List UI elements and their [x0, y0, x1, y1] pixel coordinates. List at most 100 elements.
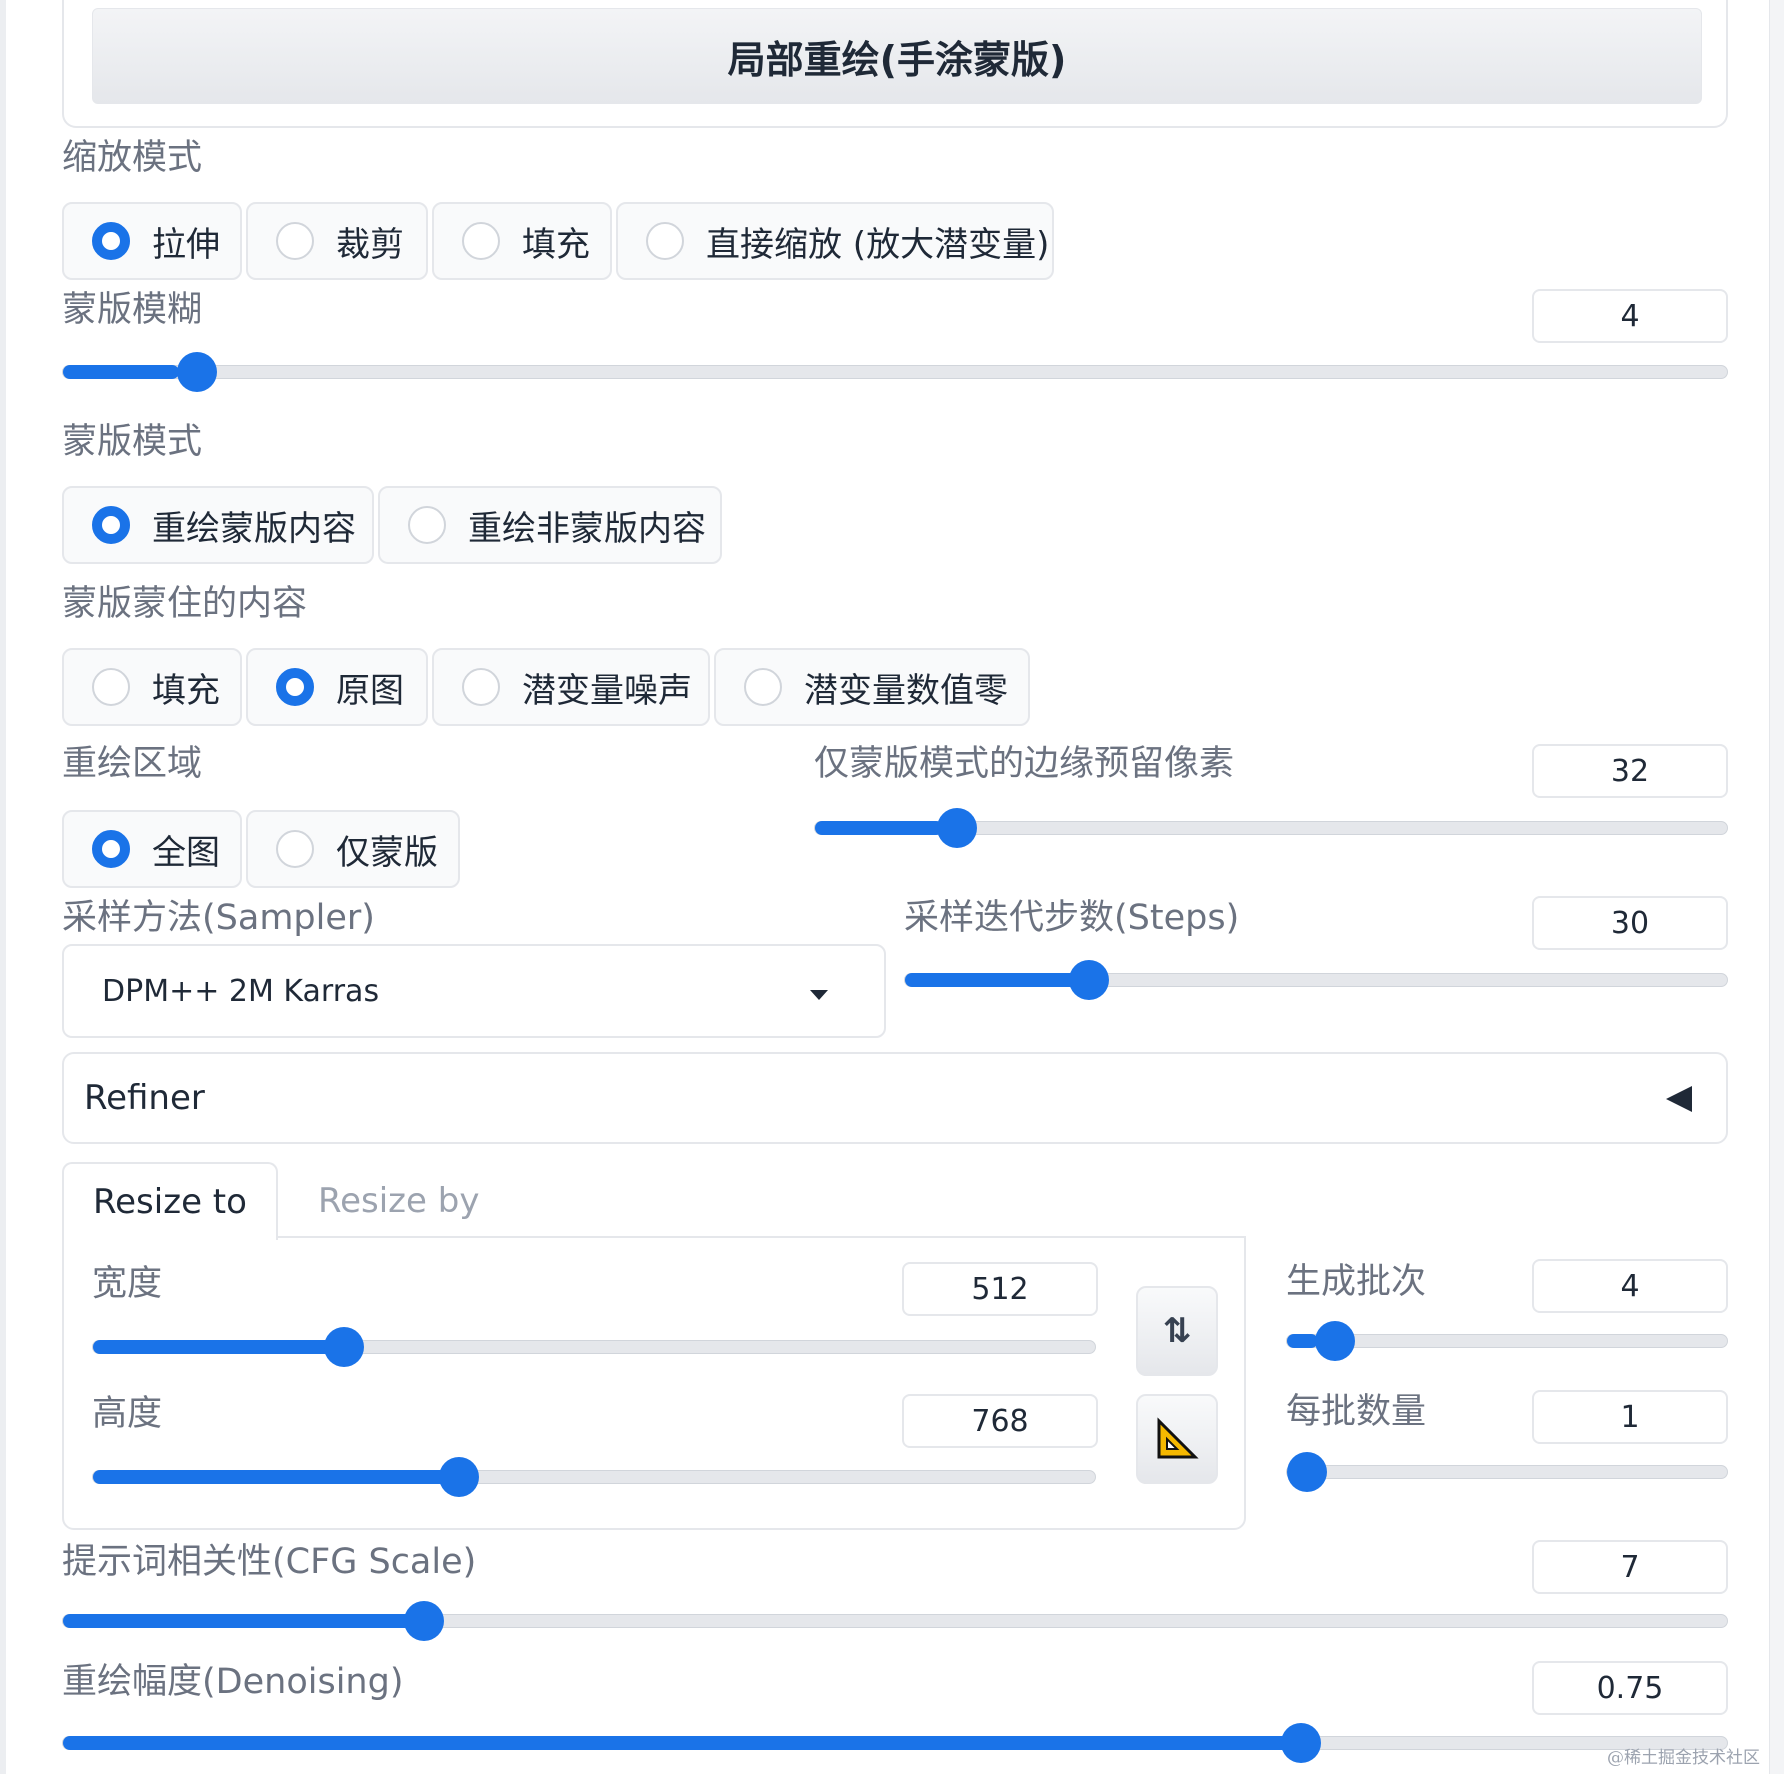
radio-label: 潜变量噪声 — [522, 670, 692, 711]
steps-label: 采样迭代步数(Steps) — [904, 898, 1240, 938]
radio-inpaint-not-masked[interactable]: 重绘非蒙版内容 — [378, 486, 722, 564]
radio-dot — [646, 222, 684, 260]
steps-slider[interactable] — [904, 960, 1728, 1000]
radio-resize-stretch[interactable]: 拉伸 — [62, 202, 242, 280]
sampler-value: DPM++ 2M Karras — [102, 973, 380, 1009]
radio-resize-fill[interactable]: 填充 — [432, 202, 612, 280]
height-slider[interactable] — [92, 1457, 1096, 1497]
batch-size-input[interactable]: 1 — [1532, 1390, 1728, 1444]
resize-mode-label: 缩放模式 — [62, 138, 203, 178]
refiner-accordion[interactable]: Refiner — [62, 1052, 1728, 1144]
radio-label: 重绘蒙版内容 — [152, 508, 356, 549]
radio-resize-latent-upscale[interactable]: 直接缩放 (放大潜变量) — [616, 202, 1054, 280]
denoising-input[interactable]: 0.75 — [1532, 1661, 1728, 1715]
radio-masked-fill[interactable]: 填充 — [62, 648, 242, 726]
slider-fill — [93, 1340, 334, 1354]
slider-thumb[interactable] — [1287, 1452, 1327, 1492]
only-masked-padding-slider[interactable] — [814, 808, 1728, 848]
mask-blur-input[interactable]: 4 — [1532, 289, 1728, 343]
sampler-label: 采样方法(Sampler) — [62, 898, 375, 938]
batch-count-input[interactable]: 4 — [1532, 1259, 1728, 1313]
only-masked-padding-input[interactable]: 32 — [1532, 744, 1728, 798]
slider-fill — [93, 1470, 454, 1484]
mask-mode-label: 蒙版模式 — [62, 422, 203, 462]
slider-thumb[interactable] — [404, 1601, 445, 1641]
radio-label: 直接缩放 (放大潜变量) — [706, 224, 1050, 265]
radio-dot — [92, 222, 130, 260]
swap-dimensions-button[interactable]: ⇅ — [1136, 1286, 1218, 1376]
radio-label: 重绘非蒙版内容 — [468, 508, 706, 549]
slider-thumb[interactable] — [176, 352, 217, 392]
width-input[interactable]: 512 — [902, 1262, 1098, 1316]
only-masked-padding-label: 仅蒙版模式的边缘预留像素 — [814, 744, 1235, 784]
batch-size-slider[interactable] — [1286, 1452, 1728, 1492]
cfg-scale-slider[interactable] — [62, 1601, 1728, 1641]
slider-fill — [905, 973, 1078, 987]
tab-resize-to[interactable]: Resize to — [62, 1162, 278, 1240]
slider-fill — [63, 1736, 1311, 1750]
mask-blur-slider[interactable] — [62, 352, 1728, 392]
radio-label: 填充 — [522, 224, 590, 265]
batch-size-label: 每批数量 — [1286, 1392, 1427, 1432]
denoising-label: 重绘幅度(Denoising) — [62, 1662, 404, 1702]
radio-label: 仅蒙版 — [336, 832, 438, 873]
radio-dot — [276, 668, 314, 706]
radio-label: 裁剪 — [336, 224, 404, 265]
slider-fill — [63, 365, 180, 379]
slider-fill — [1287, 1334, 1318, 1348]
page-scrollbar[interactable] — [1769, 0, 1784, 1774]
radio-label: 全图 — [152, 832, 220, 873]
slider-thumb[interactable] — [1069, 960, 1110, 1000]
triangle-ruler-icon — [1157, 1417, 1199, 1459]
denoising-slider[interactable] — [62, 1723, 1728, 1763]
radio-label: 原图 — [336, 670, 404, 711]
sampler-dropdown[interactable]: DPM++ 2M Karras — [62, 944, 886, 1038]
chevron-down-icon — [810, 990, 828, 1000]
radio-label: 填充 — [152, 670, 220, 711]
batch-count-label: 生成批次 — [1286, 1262, 1427, 1302]
radio-masked-latent-noise[interactable]: 潜变量噪声 — [432, 648, 710, 726]
height-input[interactable]: 768 — [902, 1394, 1098, 1448]
radio-inpaint-masked[interactable]: 重绘蒙版内容 — [62, 486, 374, 564]
slider-thumb[interactable] — [937, 808, 978, 848]
radio-label: 潜变量数值零 — [804, 670, 1008, 711]
inpaint-sketch-button[interactable]: 局部重绘(手涂蒙版) — [92, 8, 1702, 104]
width-label: 宽度 — [92, 1264, 163, 1304]
radio-dot — [92, 830, 130, 868]
cfg-scale-label: 提示词相关性(CFG Scale) — [62, 1542, 477, 1582]
height-label: 高度 — [92, 1394, 163, 1434]
radio-dot — [276, 830, 314, 868]
radio-masked-latent-nothing[interactable]: 潜变量数值零 — [714, 648, 1030, 726]
radio-label: 拉伸 — [152, 224, 220, 265]
aspect-ratio-button[interactable] — [1136, 1394, 1218, 1484]
width-slider[interactable] — [92, 1327, 1096, 1367]
radio-resize-crop[interactable]: 裁剪 — [246, 202, 428, 280]
left-edge — [0, 0, 6, 1774]
tab-resize-by[interactable]: Resize by — [290, 1162, 507, 1240]
radio-dot — [92, 668, 130, 706]
inpaint-area-label: 重绘区域 — [62, 744, 203, 784]
cfg-scale-input[interactable]: 7 — [1532, 1540, 1728, 1594]
radio-masked-original[interactable]: 原图 — [246, 648, 428, 726]
collapse-triangle-icon — [1666, 1086, 1692, 1112]
radio-dot — [744, 668, 782, 706]
radio-dot — [462, 222, 500, 260]
swap-vertical-icon: ⇅ — [1162, 1311, 1192, 1351]
slider-thumb[interactable] — [1315, 1321, 1355, 1361]
steps-input[interactable]: 30 — [1532, 896, 1728, 950]
radio-area-only-masked[interactable]: 仅蒙版 — [246, 810, 460, 888]
radio-area-whole-picture[interactable]: 全图 — [62, 810, 242, 888]
radio-dot — [276, 222, 314, 260]
slider-thumb[interactable] — [323, 1327, 364, 1367]
mask-blur-label: 蒙版模糊 — [62, 290, 203, 330]
radio-dot — [408, 506, 446, 544]
slider-fill — [815, 821, 943, 835]
radio-dot — [462, 668, 500, 706]
masked-content-label: 蒙版蒙住的内容 — [62, 584, 308, 624]
slider-fill — [63, 1614, 413, 1628]
watermark: @稀土掘金技术社区 — [1607, 1748, 1760, 1768]
slider-thumb[interactable] — [1281, 1723, 1321, 1763]
refiner-label: Refiner — [84, 1078, 205, 1118]
batch-count-slider[interactable] — [1286, 1321, 1728, 1361]
radio-dot — [92, 506, 130, 544]
